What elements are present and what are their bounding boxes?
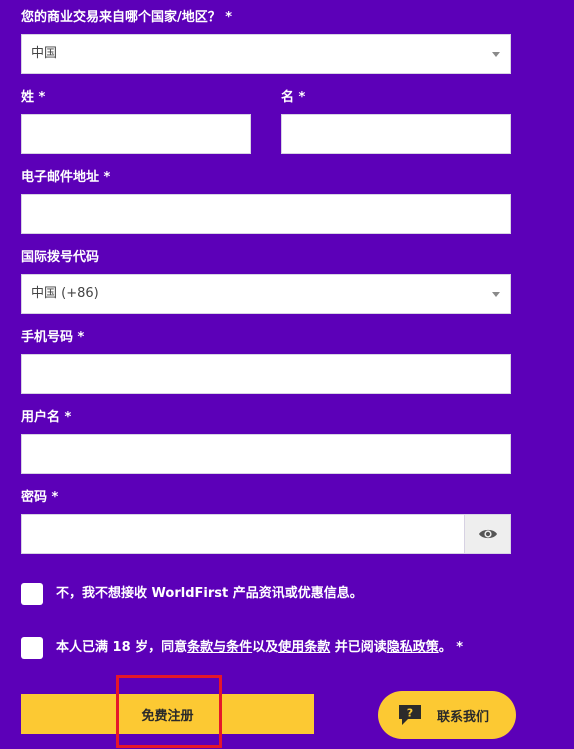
- last-name-label: 姓 *: [21, 90, 46, 105]
- dial-code-select-value: 中国 (+86): [31, 286, 99, 301]
- contact-us-button[interactable]: ? 联系我们: [378, 691, 516, 739]
- free-register-button[interactable]: 免费注册: [21, 694, 314, 734]
- username-input[interactable]: [22, 435, 510, 473]
- email-field[interactable]: [21, 194, 511, 234]
- country-label: 您的商业交易来自哪个国家/地区？ *: [21, 10, 233, 25]
- terms-mid-1: 以及: [252, 640, 279, 655]
- first-name-field[interactable]: [281, 114, 511, 154]
- username-field[interactable]: [21, 434, 511, 474]
- first-name-label: 名 *: [281, 90, 306, 105]
- country-select[interactable]: 中国: [21, 34, 511, 74]
- terms-mid-2: 并已阅读: [330, 640, 387, 655]
- svg-text:?: ?: [407, 707, 413, 720]
- password-label: 密码 *: [21, 490, 59, 505]
- usage-terms-link[interactable]: 使用条款: [278, 640, 330, 655]
- marketing-optout-text: 不，我不想接收 WorldFirst 产品资讯或优惠信息。: [56, 586, 363, 601]
- username-label: 用户名 *: [21, 410, 72, 425]
- terms-checkbox[interactable]: [21, 637, 43, 659]
- email-input[interactable]: [22, 195, 510, 233]
- last-name-field[interactable]: [21, 114, 251, 154]
- terms-conditions-link[interactable]: 条款与条件: [187, 640, 252, 655]
- password-toggle-button[interactable]: [464, 514, 511, 554]
- terms-suffix: 。 *: [438, 640, 464, 655]
- first-name-input[interactable]: [282, 115, 510, 153]
- chevron-down-icon: [492, 52, 500, 57]
- terms-prefix: 本人已满 18 岁，同意: [56, 640, 188, 655]
- password-field[interactable]: [21, 514, 465, 554]
- dial-code-label: 国际拨号代码: [21, 250, 100, 265]
- mobile-field[interactable]: [21, 354, 511, 394]
- free-register-label: 免费注册: [141, 708, 194, 724]
- marketing-optout-checkbox[interactable]: [21, 583, 43, 605]
- eye-icon: [478, 529, 497, 539]
- mobile-label: 手机号码 *: [21, 330, 85, 345]
- chat-question-icon: ?: [397, 703, 423, 727]
- password-input[interactable]: [22, 515, 464, 553]
- contact-us-label: 联系我们: [437, 709, 490, 725]
- dial-code-select[interactable]: 中国 (+86): [21, 274, 511, 314]
- last-name-input[interactable]: [22, 115, 250, 153]
- privacy-policy-link[interactable]: 隐私政策: [387, 640, 439, 655]
- country-select-value: 中国: [31, 46, 58, 61]
- mobile-input[interactable]: [22, 355, 510, 393]
- chevron-down-icon: [492, 292, 500, 297]
- terms-text: 本人已满 18 岁，同意条款与条件以及使用条款 并已阅读隐私政策。 *: [56, 640, 463, 656]
- email-label: 电子邮件地址 *: [21, 170, 111, 185]
